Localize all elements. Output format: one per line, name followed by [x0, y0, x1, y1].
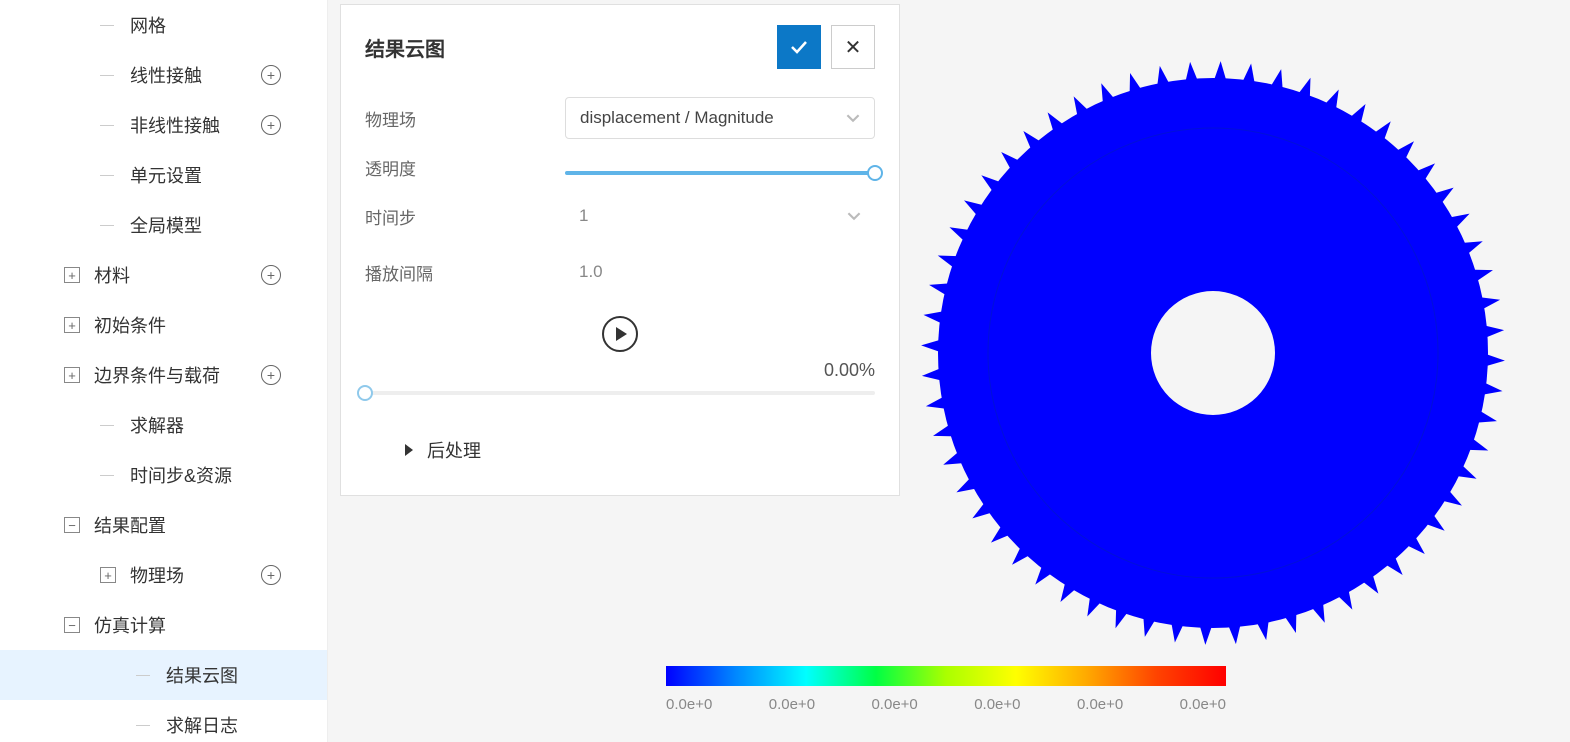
- chevron-down-icon: [846, 111, 860, 125]
- play-button[interactable]: [602, 316, 638, 352]
- legend-tick: 0.0e+0: [769, 696, 815, 713]
- gear-model[interactable]: [918, 58, 1508, 648]
- interval-input[interactable]: [565, 252, 875, 292]
- timestep-label: 时间步: [365, 204, 565, 229]
- sidebar: 网格线性接触 + 非线性接触 + 单元设置全局模型 + 材料 + + 初始条件 + 边界条件与载荷 + 求…: [0, 0, 328, 742]
- tree-item-label: 初始条件: [94, 312, 166, 338]
- legend-tick: 0.0e+0: [1077, 696, 1123, 713]
- color-legend: 0.0e+0 0.0e+0 0.0e+0 0.0e+0 0.0e+0 0.0e+0: [666, 666, 1226, 713]
- triangle-right-icon: [405, 444, 413, 456]
- tree-item-label: 网格: [130, 12, 166, 38]
- expand-toggle[interactable]: +: [64, 317, 80, 333]
- tree-item-label: 仿真计算: [94, 612, 166, 638]
- tree-item-label: 时间步&资源: [130, 462, 232, 488]
- tree-item-label: 结果云图: [166, 662, 238, 688]
- tree-item-label: 单元设置: [130, 162, 202, 188]
- expand-toggle[interactable]: +: [100, 567, 116, 583]
- tree-item[interactable]: + 物理场 +: [0, 550, 327, 600]
- tree-item[interactable]: 网格: [0, 0, 327, 50]
- tree-connector: [100, 425, 114, 426]
- tree-item-label: 边界条件与载荷: [94, 362, 220, 388]
- tree-item[interactable]: 非线性接触 +: [0, 100, 327, 150]
- legend-gradient: [666, 666, 1226, 686]
- tree-item-label: 结果配置: [94, 512, 166, 538]
- close-icon: ✕: [845, 35, 862, 60]
- tree-item-label: 非线性接触: [130, 112, 220, 138]
- tree-item-label: 线性接触: [130, 62, 202, 88]
- interval-label: 播放间隔: [365, 260, 565, 285]
- opacity-label: 透明度: [365, 155, 565, 180]
- result-cloud-panel: 结果云图 ✕ 物理场 displacement / Magnitude 透明度: [340, 4, 900, 496]
- tree-item-label: 材料: [94, 262, 130, 288]
- legend-tick: 0.0e+0: [666, 696, 712, 713]
- add-icon[interactable]: +: [261, 365, 281, 385]
- tree-connector: [136, 725, 150, 726]
- tree-connector: [100, 475, 114, 476]
- legend-tick: 0.0e+0: [1180, 696, 1226, 713]
- legend-tick: 0.0e+0: [871, 696, 917, 713]
- check-icon: [789, 37, 809, 57]
- progress-percent: 0.00%: [365, 360, 875, 381]
- tree-item[interactable]: + 边界条件与载荷 +: [0, 350, 327, 400]
- cancel-button[interactable]: ✕: [831, 25, 875, 69]
- tree-connector: [100, 75, 114, 76]
- play-icon: [616, 327, 627, 341]
- tree-item[interactable]: 求解日志: [0, 700, 327, 742]
- expand-toggle[interactable]: +: [64, 267, 80, 283]
- physics-select[interactable]: displacement / Magnitude: [565, 97, 875, 139]
- tree-item[interactable]: + 初始条件: [0, 300, 327, 350]
- tree-connector: [100, 225, 114, 226]
- timestep-select[interactable]: 1: [565, 196, 875, 236]
- tree-item-label: 物理场: [130, 562, 184, 588]
- tree-connector: [100, 25, 114, 26]
- legend-tick: 0.0e+0: [974, 696, 1020, 713]
- tree-item[interactable]: + 材料 +: [0, 250, 327, 300]
- tree-item[interactable]: 线性接触 +: [0, 50, 327, 100]
- expand-toggle[interactable]: +: [64, 367, 80, 383]
- tree-connector: [136, 675, 150, 676]
- opacity-slider-thumb[interactable]: [867, 165, 883, 181]
- add-icon[interactable]: +: [261, 565, 281, 585]
- tree-item[interactable]: 结果云图: [0, 650, 327, 700]
- tree-item[interactable]: 全局模型: [0, 200, 327, 250]
- postprocess-section[interactable]: 后处理: [365, 425, 875, 475]
- tree-item-label: 求解器: [130, 412, 184, 438]
- tree-item[interactable]: 求解器: [0, 400, 327, 450]
- progress-slider-thumb[interactable]: [357, 385, 373, 401]
- tree-connector: [100, 125, 114, 126]
- chevron-down-icon: [847, 209, 861, 223]
- tree-item[interactable]: 时间步&资源: [0, 450, 327, 500]
- expand-toggle[interactable]: −: [64, 517, 80, 533]
- tree-item[interactable]: −仿真计算: [0, 600, 327, 650]
- expand-toggle[interactable]: −: [64, 617, 80, 633]
- add-icon[interactable]: +: [261, 115, 281, 135]
- add-icon[interactable]: +: [261, 65, 281, 85]
- progress-slider[interactable]: [365, 391, 875, 395]
- tree-item[interactable]: 单元设置: [0, 150, 327, 200]
- add-icon[interactable]: +: [261, 265, 281, 285]
- tree-connector: [100, 175, 114, 176]
- confirm-button[interactable]: [777, 25, 821, 69]
- opacity-slider[interactable]: [565, 171, 875, 175]
- physics-label: 物理场: [365, 106, 565, 131]
- tree-item[interactable]: −结果配置: [0, 500, 327, 550]
- tree-item-label: 求解日志: [166, 712, 238, 738]
- panel-title: 结果云图: [365, 33, 445, 62]
- tree-item-label: 全局模型: [130, 212, 202, 238]
